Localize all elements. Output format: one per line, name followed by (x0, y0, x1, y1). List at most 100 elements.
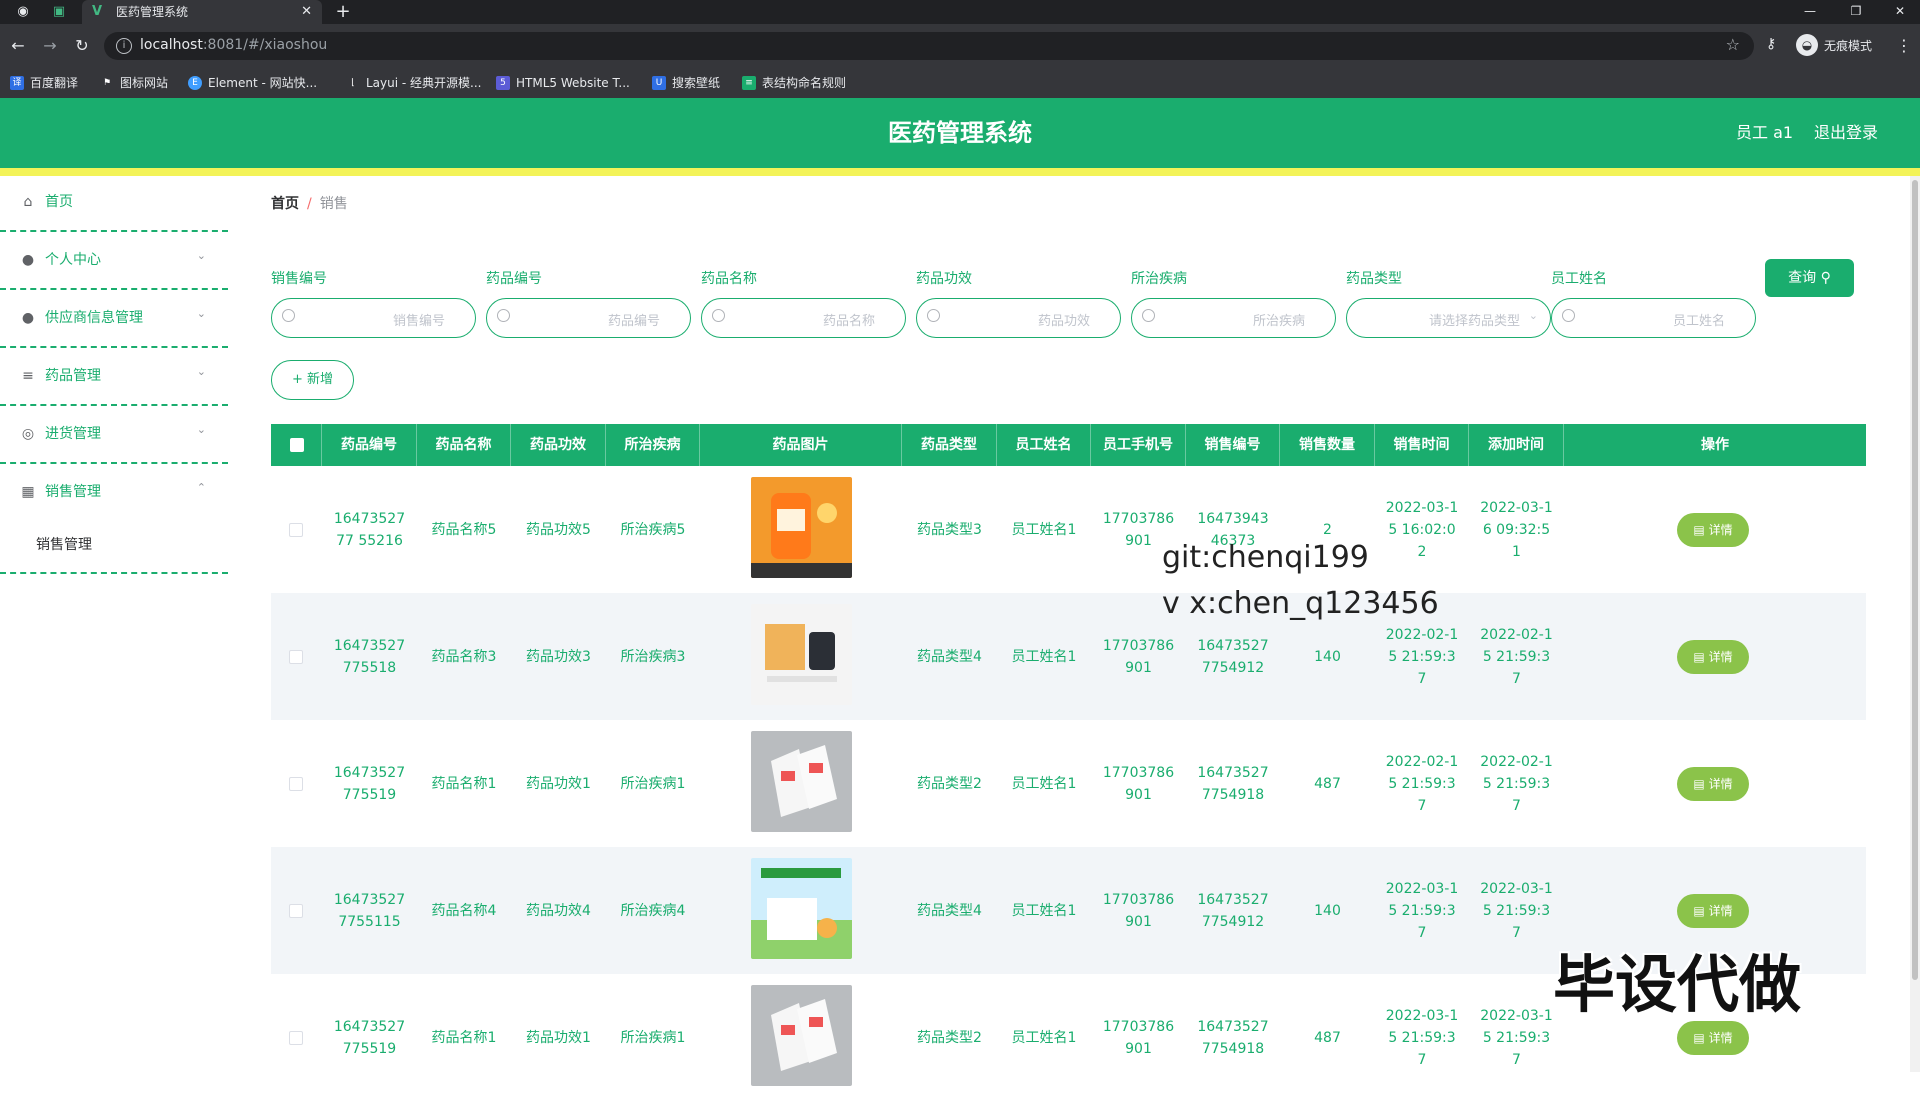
back-icon[interactable]: ← (8, 36, 28, 56)
chevron-down-icon: ⌄ (196, 423, 206, 436)
bookmark-item[interactable]: ⌊ Layui - 经典开源模... (346, 68, 481, 98)
query-button[interactable]: 查询 ⚲ (1765, 259, 1854, 297)
detail-button[interactable]: ▤ 详情 (1677, 640, 1749, 674)
cell-effect: 药品功效3 (526, 648, 591, 665)
bookmark-item[interactable]: 译百度翻译 (10, 68, 78, 98)
cell-type: 药品类型4 (917, 648, 982, 665)
select-all-checkbox[interactable] (290, 438, 304, 452)
sidebar-subitem-sales[interactable]: 销售管理 (36, 534, 92, 554)
table-row: 1647352777 55216 药品名称5 药品功效5 所治疾病5 药品类型3 员工姓名… (271, 466, 1866, 593)
sidebar-item-supplier[interactable]: ● 供应商信息管理 ⌄ (0, 292, 228, 348)
document-icon: ▤ (1693, 777, 1709, 791)
sidebar-item-home[interactable]: ⌂ 首页 (0, 176, 228, 232)
header-col: 药品功效 (511, 424, 606, 466)
flag-icon: ⚑ (100, 76, 114, 90)
detail-button[interactable]: ▤ 详情 (1677, 767, 1749, 801)
sidebar-item-profile[interactable]: ● 个人中心 ⌄ (0, 234, 228, 290)
cell-sale-no: 16473527 7754918 (1197, 764, 1269, 803)
detail-button[interactable]: ▤ 详情 (1677, 513, 1749, 547)
header-col: 药品名称 (417, 424, 511, 466)
cell-sale-no: 16473527 7754918 (1197, 1018, 1269, 1057)
list-icon: ≡ (22, 368, 34, 384)
minimize-icon[interactable]: — (1790, 0, 1830, 24)
drug-image (751, 477, 852, 578)
breadcrumb-home[interactable]: 首页 (271, 196, 299, 212)
sidebar-item-purchase[interactable]: ◎ 进货管理 ⌄ (0, 408, 228, 464)
row-checkbox[interactable] (289, 650, 303, 664)
current-user: 员工 a1 (1736, 123, 1794, 142)
row-checkbox[interactable] (289, 904, 303, 918)
bookmark-item[interactable]: U 搜索壁纸 (652, 68, 720, 98)
watermark-git: git:chenqi199 (1162, 540, 1369, 575)
bookmark-item[interactable]: ⚑ 图标网站 (100, 68, 168, 98)
header-col: 销售编号 (1186, 424, 1280, 466)
reload-icon[interactable]: ↻ (72, 36, 92, 56)
add-button[interactable]: + 新增 (271, 360, 354, 400)
cell-type: 药品类型4 (917, 902, 982, 919)
key-icon[interactable]: ⚷ (1766, 36, 1776, 52)
detail-button[interactable]: ▤ 详情 (1677, 894, 1749, 928)
page-scrollbar[interactable] (1910, 176, 1920, 1072)
scrollbar-thumb[interactable] (1912, 180, 1918, 980)
search-label-sale-no: 销售编号 (271, 271, 327, 287)
chrome-menu-icon[interactable]: ◉ (14, 3, 32, 21)
incognito-icon: ◒ (1796, 34, 1818, 56)
cell-type: 药品类型2 (917, 1029, 982, 1046)
row-checkbox[interactable] (289, 777, 303, 791)
search-label-drug-no: 药品编号 (486, 271, 542, 287)
bookmark-item[interactable]: ≡ 表结构命名规则 (742, 68, 846, 98)
tab-title: 医药管理系统 (116, 5, 189, 19)
header-col: 所治疾病 (606, 424, 700, 466)
more-icon[interactable]: ⋮ (1896, 36, 1912, 55)
info-icon[interactable]: i (116, 38, 132, 54)
tab-search-icon[interactable]: ▣ (50, 3, 68, 21)
search-icon (497, 309, 510, 322)
drug-type-select[interactable]: 请选择药品类型 ⌄ (1346, 298, 1551, 338)
html5-icon: 5 (496, 76, 510, 90)
restore-icon[interactable]: ❐ (1836, 0, 1876, 24)
star-icon[interactable]: ☆ (1726, 35, 1740, 54)
browser-tab[interactable]: V 医药管理系统 ✕ (82, 0, 322, 24)
logout-link[interactable]: 退出登录 (1814, 98, 1878, 168)
staff-name-input[interactable]: 员工姓名 (1551, 298, 1756, 338)
url-field[interactable]: i localhost:8081/#/xiaoshou ☆ (104, 32, 1754, 60)
effect-input[interactable]: 药品功效 (916, 298, 1121, 338)
sale-no-input[interactable]: 销售编号 (271, 298, 476, 338)
header-col: 员工姓名 (997, 424, 1091, 466)
search-label-drug-name: 药品名称 (701, 271, 757, 287)
close-icon[interactable]: ✕ (301, 0, 312, 24)
header-col: 添加时间 (1469, 424, 1564, 466)
url-text: localhost:8081/#/xiaoshou (140, 37, 328, 53)
cell-drug-no: 16473527 775518 (333, 637, 406, 676)
detail-button[interactable]: ▤ 详情 (1677, 1021, 1749, 1055)
breadcrumb-current: 销售 (319, 196, 348, 212)
sidebar-item-drugs[interactable]: ≡ 药品管理 ⌄ (0, 350, 228, 406)
header-select-all[interactable] (271, 424, 322, 466)
cell-staff: 员工姓名1 (1011, 902, 1077, 919)
bookmark-item[interactable]: 5 HTML5 Website T... (496, 68, 630, 98)
sidebar-item-sales[interactable]: ▦ 销售管理 ⌃ 销售管理 (0, 466, 228, 574)
drug-image (751, 985, 852, 1086)
bookmark-item[interactable]: E Element - 网站快... (188, 68, 317, 98)
cell-effect: 药品功效4 (526, 902, 591, 919)
window-close-icon[interactable]: ✕ (1880, 0, 1920, 24)
drug-no-input[interactable]: 药品编号 (486, 298, 691, 338)
row-checkbox[interactable] (289, 1031, 303, 1045)
forward-icon[interactable]: → (40, 36, 60, 56)
disease-input[interactable]: 所治疾病 (1131, 298, 1336, 338)
search-label-effect: 药品功效 (916, 271, 972, 287)
wallpaper-icon: U (652, 76, 666, 90)
app-title: 医药管理系统 (888, 119, 1032, 147)
layui-icon: ⌊ (346, 76, 360, 90)
chevron-up-icon: ⌃ (196, 481, 206, 494)
cell-effect: 药品功效1 (526, 775, 591, 792)
incognito-indicator[interactable]: ◒ 无痕模式 (1796, 34, 1872, 58)
header-col: 药品编号 (322, 424, 417, 466)
drug-name-input[interactable]: 药品名称 (701, 298, 906, 338)
cell-sale-time: 2022-03-1 5 21:59:37 (1385, 880, 1459, 941)
cell-phone: 17703786 901 (1102, 1018, 1175, 1057)
address-bar: ← → ↻ i localhost:8081/#/xiaoshou ☆ ⚷ ◒ … (0, 24, 1920, 68)
row-checkbox[interactable] (289, 523, 303, 537)
vue-icon: V (92, 4, 103, 19)
new-tab-icon[interactable]: + (334, 3, 352, 21)
